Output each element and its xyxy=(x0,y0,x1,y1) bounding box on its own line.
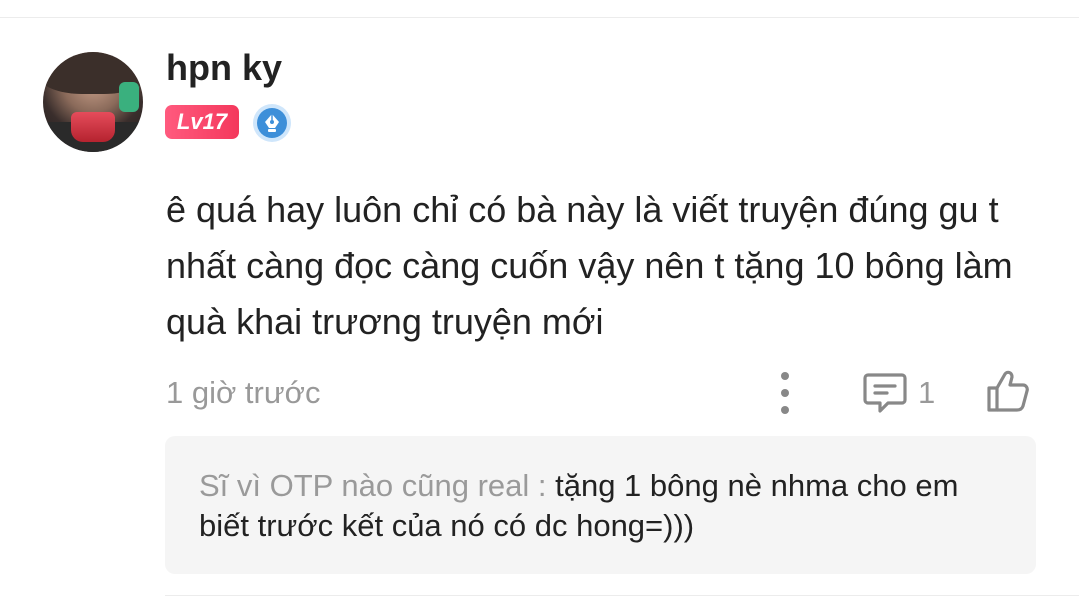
more-vertical-icon[interactable] xyxy=(770,372,800,414)
thumbs-up-icon[interactable] xyxy=(985,368,1031,414)
top-divider xyxy=(0,17,1079,18)
avatar[interactable] xyxy=(43,52,143,152)
username[interactable]: hpn ky xyxy=(166,47,282,89)
bottom-divider xyxy=(165,595,1079,596)
comment-icon[interactable] xyxy=(862,372,908,414)
reply-preview-box[interactable]: Sĩ vì OTP nào cũng real : tặng 1 bông nè… xyxy=(165,436,1036,574)
comment-timestamp: 1 giờ trước xyxy=(166,375,321,410)
level-badge: Lv17 xyxy=(165,105,239,139)
reply-author[interactable]: Sĩ vì OTP nào cũng real : xyxy=(199,468,547,503)
reply-preview-text: Sĩ vì OTP nào cũng real : tặng 1 bông nè… xyxy=(199,466,1009,546)
reply-count: 1 xyxy=(918,375,936,410)
comment-text: ê quá hay luôn chỉ có bà này là viết tru… xyxy=(166,189,1013,342)
pen-nib-icon xyxy=(253,104,291,142)
